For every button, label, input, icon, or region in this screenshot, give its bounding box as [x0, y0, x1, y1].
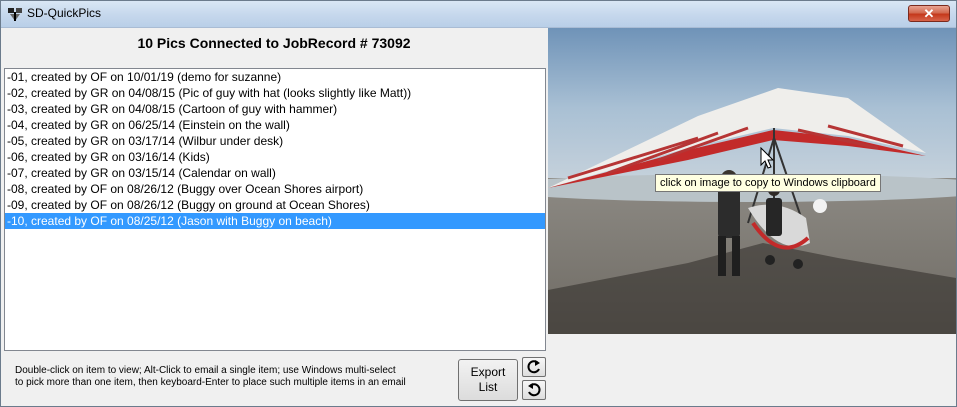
app-icon: [8, 8, 22, 21]
rotate-clockwise-button[interactable]: [522, 357, 546, 377]
help-text: Double-click on item to view; Alt-Click …: [15, 365, 455, 389]
export-list-button[interactable]: Export List: [458, 359, 518, 401]
list-item[interactable]: -04, created by GR on 06/25/14 (Einstein…: [5, 117, 545, 133]
close-icon: ✕: [923, 6, 935, 21]
export-label-line2: List: [478, 380, 498, 394]
help-line-1: Double-click on item to view; Alt-Click …: [15, 365, 396, 376]
page-title: 10 Pics Connected to JobRecord # 73092: [137, 35, 411, 51]
help-line-2: to pick more than one item, then keyboar…: [15, 377, 406, 388]
list-item[interactable]: -08, created by OF on 08/26/12 (Buggy ov…: [5, 181, 545, 197]
list-item[interactable]: -09, created by OF on 08/26/12 (Buggy on…: [5, 197, 545, 213]
list-item[interactable]: -10, created by OF on 08/25/12 (Jason wi…: [5, 213, 545, 229]
list-item[interactable]: -06, created by GR on 03/16/14 (Kids): [5, 149, 545, 165]
rotate-counterclockwise-button[interactable]: [522, 380, 546, 400]
rotate-counterclockwise-icon: [528, 383, 541, 397]
list-item[interactable]: -02, created by GR on 04/08/15 (Pic of g…: [5, 85, 545, 101]
export-label-line1: Export: [470, 365, 506, 379]
copy-tooltip: click on image to copy to Windows clipbo…: [655, 174, 881, 192]
window-title: SD-QuickPics: [27, 6, 102, 20]
list-item[interactable]: -01, created by OF on 10/01/19 (demo for…: [5, 69, 545, 85]
app-window: SD-QuickPics ✕ 10 Pics Connected to JobR…: [0, 0, 957, 407]
pics-list[interactable]: -01, created by OF on 10/01/19 (demo for…: [4, 68, 546, 351]
title-bar[interactable]: SD-QuickPics ✕: [1, 1, 956, 28]
list-item[interactable]: -03, created by GR on 04/08/15 (Cartoon …: [5, 101, 545, 117]
mouse-pointer-icon: [760, 147, 775, 169]
list-item[interactable]: -05, created by GR on 03/17/14 (Wilbur u…: [5, 133, 545, 149]
list-item[interactable]: -07, created by GR on 03/15/14 (Calendar…: [5, 165, 545, 181]
rotate-clockwise-icon: [527, 360, 540, 374]
close-button[interactable]: ✕: [908, 5, 950, 22]
